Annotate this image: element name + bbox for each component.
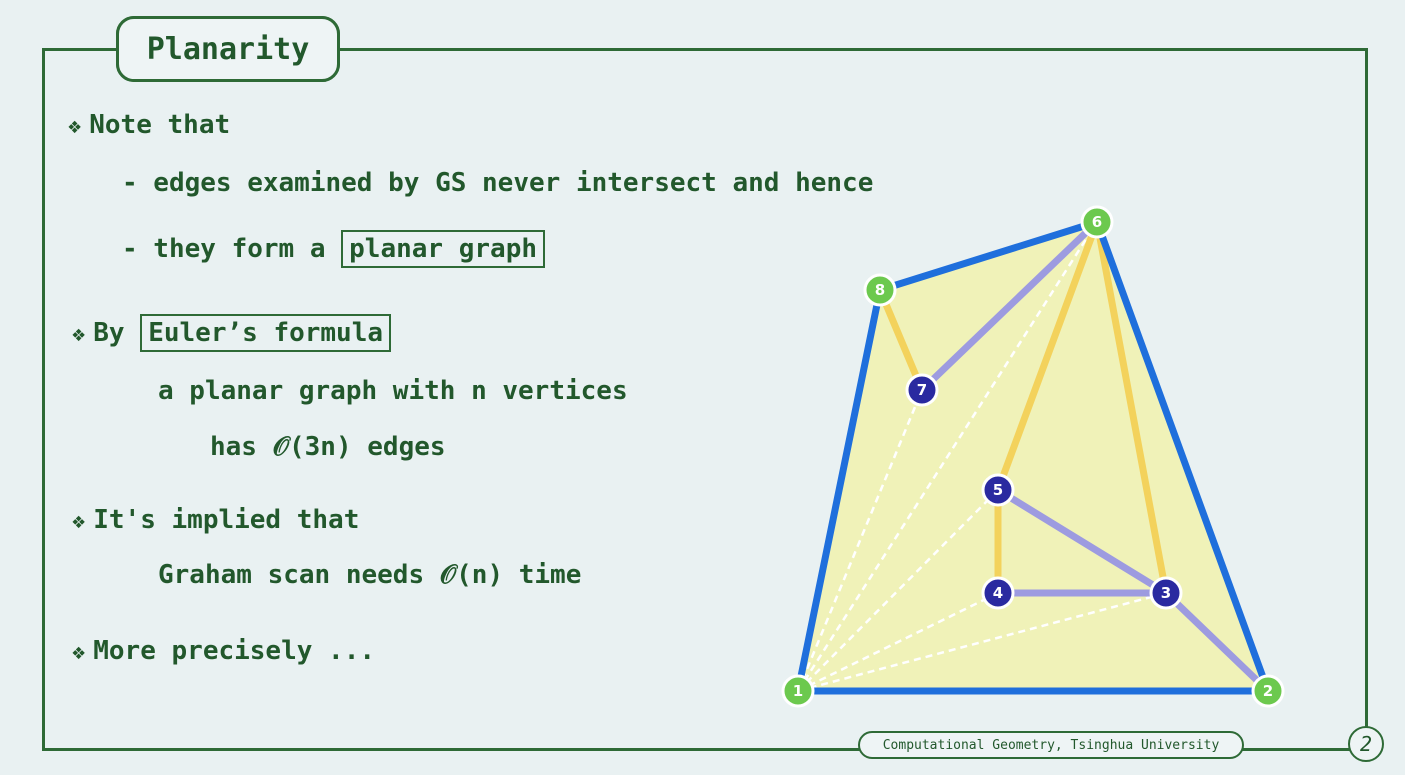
svg-text:8: 8: [875, 281, 885, 299]
svg-text:7: 7: [917, 381, 927, 399]
svg-text:5: 5: [993, 481, 1003, 499]
vertex-7: 7: [905, 373, 939, 407]
vertex-1: 1: [781, 674, 815, 708]
planar-graph-diagram: 1 2 3 4 5 6 7 8: [781, 205, 1285, 708]
vertex-3: 3: [1149, 576, 1183, 610]
footer-course: Computational Geometry, Tsinghua Univers…: [858, 731, 1244, 759]
vertex-8: 8: [863, 273, 897, 307]
vertex-6: 6: [1080, 205, 1114, 239]
svg-text:3: 3: [1161, 584, 1171, 602]
slide-title-overlay: Planarity: [116, 16, 340, 82]
vertex-4: 4: [981, 576, 1015, 610]
svg-text:4: 4: [993, 584, 1003, 602]
page-number: 2: [1348, 726, 1384, 762]
svg-text:1: 1: [793, 682, 803, 700]
svg-text:2: 2: [1263, 682, 1273, 700]
vertex-5: 5: [981, 473, 1015, 507]
vertex-2: 2: [1251, 674, 1285, 708]
svg-text:6: 6: [1092, 213, 1102, 231]
